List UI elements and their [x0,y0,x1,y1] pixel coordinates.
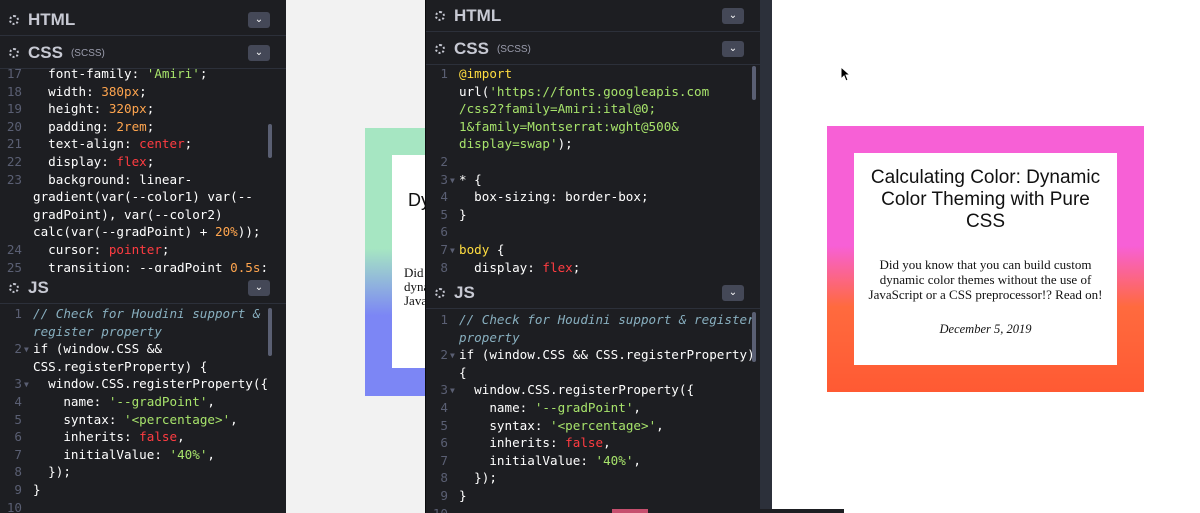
js-panel-header[interactable]: JS ⌄ [0,272,286,304]
chevron-down-icon[interactable]: ⌄ [722,7,744,24]
css-panel-header[interactable]: CSS (SCSS) ⌄ [426,33,760,65]
js-scrollbar[interactable] [752,312,756,362]
card-title: Calculating Color: Dynamic Color Theming… [870,167,1101,232]
chevron-down-icon[interactable]: ⌄ [248,44,270,61]
peek-body-3: Java [404,293,428,308]
chevron-down-icon[interactable]: ⌄ [248,279,270,296]
gear-icon[interactable] [432,285,448,301]
css-panel-header[interactable]: CSS (SCSS) ⌄ [0,37,286,69]
html-panel-title: HTML [28,9,76,29]
preview-card-left-inner [392,155,425,368]
bottom-bar-accent [612,509,648,513]
mouse-pointer-icon [840,66,852,82]
card-body: Did you know that you can build custom d… [868,257,1103,302]
js-scrollbar[interactable] [268,308,272,356]
js-code-area[interactable]: 1// Check for Houdini support & register… [0,306,286,513]
gear-icon[interactable] [432,8,448,24]
css-scrollbar[interactable] [752,66,756,100]
preview-card[interactable]: Calculating Color: Dynamic Color Theming… [827,126,1144,392]
left-code-editor: HTML ⌄ CSS (SCSS) ⌄ 17 font-family: 'Ami… [0,0,286,513]
css-code-area[interactable]: 1 @import url('https://fonts.googleapis.c… [426,66,760,276]
css-code-area[interactable]: 17 font-family: 'Amiri'; 18 width: 380px… [0,66,286,272]
card-date: December 5, 2019 [939,322,1032,336]
html-panel-title: HTML [454,5,502,25]
chevron-down-icon[interactable]: ⌄ [722,284,744,301]
js-panel-header[interactable]: JS ⌄ [426,277,760,309]
js-panel-title: JS [28,277,49,297]
gear-icon[interactable] [6,45,22,61]
js-code-area[interactable]: 1// Check for Houdini support & register… [426,312,760,513]
gear-icon[interactable] [6,12,22,28]
html-panel-header[interactable]: HTML ⌄ [0,4,286,36]
chevron-down-icon[interactable]: ⌄ [248,11,270,28]
html-panel-header[interactable]: HTML ⌄ [426,0,760,32]
css-panel-subtitle: (SCSS) [70,48,105,59]
right-code-editor: HTML ⌄ CSS (SCSS) ⌄ 1 @import url('https:… [425,0,760,513]
js-panel-title: JS [454,282,475,302]
css-scrollbar[interactable] [268,124,272,158]
editor-divider[interactable] [760,0,772,513]
gear-icon[interactable] [432,41,448,57]
css-panel-title: CSS [454,38,489,58]
gear-icon[interactable] [6,280,22,296]
chevron-down-icon[interactable]: ⌄ [722,40,744,57]
css-panel-title: CSS [28,42,63,62]
preview-card-inner: Calculating Color: Dynamic Color Theming… [854,153,1117,365]
css-panel-subtitle: (SCSS) [496,44,531,55]
